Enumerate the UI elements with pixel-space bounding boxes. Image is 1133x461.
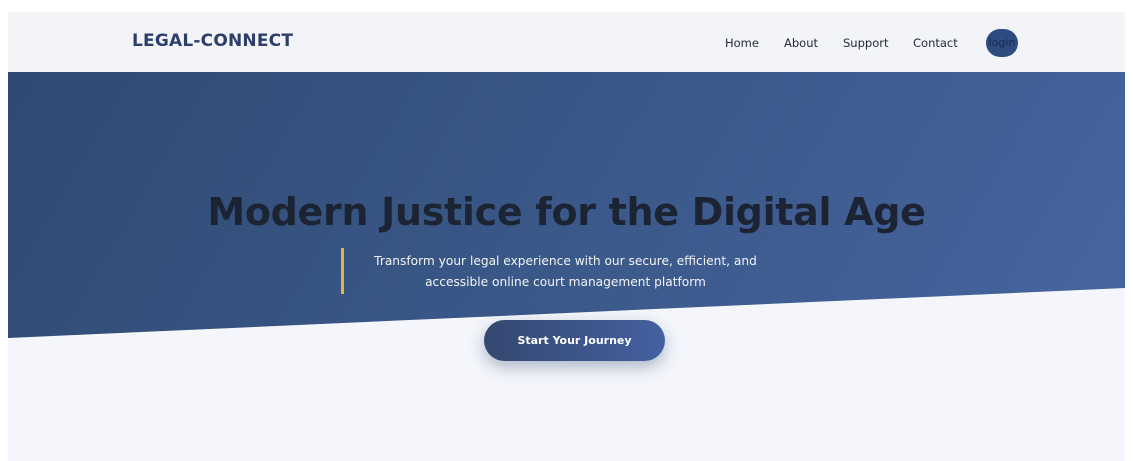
nav-link-about[interactable]: About <box>784 36 818 50</box>
navbar: LEGAL-CONNECT Home About Support Contact… <box>8 12 1125 72</box>
hero-subtitle: Transform your legal experience with our… <box>374 254 757 289</box>
nav-link-home[interactable]: Home <box>725 36 759 50</box>
nav-menu: Home About Support Contact <box>8 36 1125 56</box>
start-journey-button[interactable]: Start Your Journey <box>484 320 665 361</box>
login-button[interactable]: login <box>986 29 1018 57</box>
nav-link-contact[interactable]: Contact <box>913 36 958 50</box>
nav-link-support[interactable]: Support <box>843 36 888 50</box>
hero-title: Modern Justice for the Digital Age <box>207 190 926 234</box>
accent-bar <box>341 248 344 294</box>
page: LEGAL-CONNECT Home About Support Contact… <box>8 12 1125 461</box>
